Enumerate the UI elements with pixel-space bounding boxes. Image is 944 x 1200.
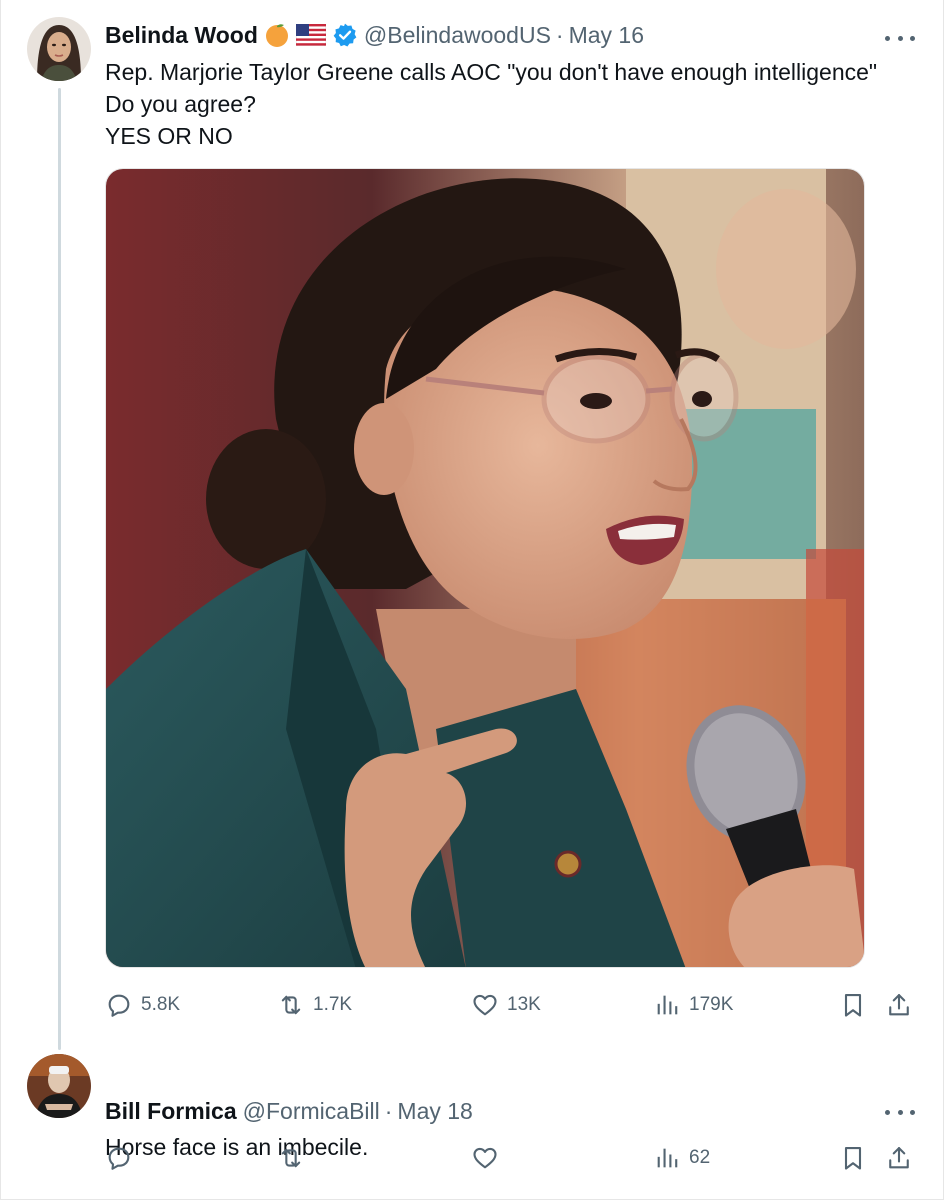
heart-icon <box>471 991 499 1019</box>
repost-count: 1.7K <box>313 994 353 1015</box>
view-count: 179K <box>689 994 734 1015</box>
timeline-frame: Belinda Wood @BelindawoodUS · May 16 Rep… <box>0 0 944 1200</box>
author-handle[interactable]: @BelindawoodUS <box>364 22 551 49</box>
like-button[interactable] <box>471 1138 499 1178</box>
separator-dot: · <box>384 1097 393 1124</box>
thread-connector-line <box>58 88 61 1050</box>
author-name[interactable]: Bill Formica <box>105 1098 237 1125</box>
main-tweet[interactable]: Belinda Wood @BelindawoodUS · May 16 Rep… <box>1 0 944 1050</box>
orange-emoji-icon <box>264 22 290 48</box>
reply-tweet[interactable]: Bill Formica @FormicaBill · May 18 Horse… <box>1 1040 944 1200</box>
photo-woman-speaking-into-microphone <box>106 169 864 967</box>
tweet-date[interactable]: May 18 <box>397 1098 472 1125</box>
bar-chart-icon <box>653 991 681 1019</box>
share-button[interactable] <box>885 1138 913 1178</box>
bookmark-button[interactable] <box>839 1138 867 1178</box>
reply-bubble-icon <box>105 991 133 1019</box>
tweet-header: Bill Formica @FormicaBill · May 18 <box>105 1096 473 1126</box>
tweet-actions: 62 <box>105 1138 915 1178</box>
repost-button[interactable]: 1.7K <box>277 985 352 1025</box>
tweet-text: Rep. Marjorie Taylor Greene calls AOC "y… <box>105 56 915 152</box>
reply-button[interactable] <box>105 1138 133 1178</box>
tweet-actions: 5.8K 1.7K 13K 179K <box>105 985 915 1025</box>
author-handle[interactable]: @FormicaBill <box>243 1098 380 1125</box>
views-button[interactable]: 179K <box>653 985 733 1025</box>
tweet-date[interactable]: May 16 <box>569 22 644 49</box>
avatar[interactable] <box>27 1054 91 1118</box>
author-name[interactable]: Belinda Wood <box>105 22 258 49</box>
verified-badge-icon[interactable] <box>332 22 358 48</box>
bookmark-button[interactable] <box>839 985 867 1025</box>
reply-count: 5.8K <box>141 994 181 1015</box>
tweet-text-line: YES OR NO <box>105 123 233 149</box>
heart-icon <box>471 1144 499 1172</box>
bookmark-icon <box>839 1144 867 1172</box>
tweet-text-line: Rep. Marjorie Taylor Greene calls AOC "y… <box>105 59 878 85</box>
bar-chart-icon <box>653 1144 681 1172</box>
reply-bubble-icon <box>105 1144 133 1172</box>
views-button[interactable]: 62 <box>653 1138 710 1178</box>
tweet-header: Belinda Wood @BelindawoodUS · May 16 <box>105 20 644 50</box>
share-button[interactable] <box>885 985 913 1025</box>
avatar-photo <box>27 1054 91 1118</box>
share-upload-icon <box>885 991 913 1019</box>
more-options-icon[interactable] <box>885 1102 915 1122</box>
repost-button[interactable] <box>277 1138 305 1178</box>
separator-dot: · <box>555 21 564 48</box>
reply-button[interactable]: 5.8K <box>105 985 180 1025</box>
share-upload-icon <box>885 1144 913 1172</box>
like-button[interactable]: 13K <box>471 985 541 1025</box>
bookmark-icon <box>839 991 867 1019</box>
repost-arrows-icon <box>277 991 305 1019</box>
view-count: 62 <box>689 1147 711 1168</box>
avatar[interactable] <box>27 17 91 81</box>
us-flag-emoji-icon <box>295 24 326 46</box>
avatar-photo <box>27 17 91 81</box>
more-options-icon[interactable] <box>885 28 915 48</box>
tweet-photo[interactable] <box>105 168 865 968</box>
like-count: 13K <box>507 994 541 1015</box>
tweet-text-line: Do you agree? <box>105 91 256 117</box>
repost-arrows-icon <box>277 1144 305 1172</box>
